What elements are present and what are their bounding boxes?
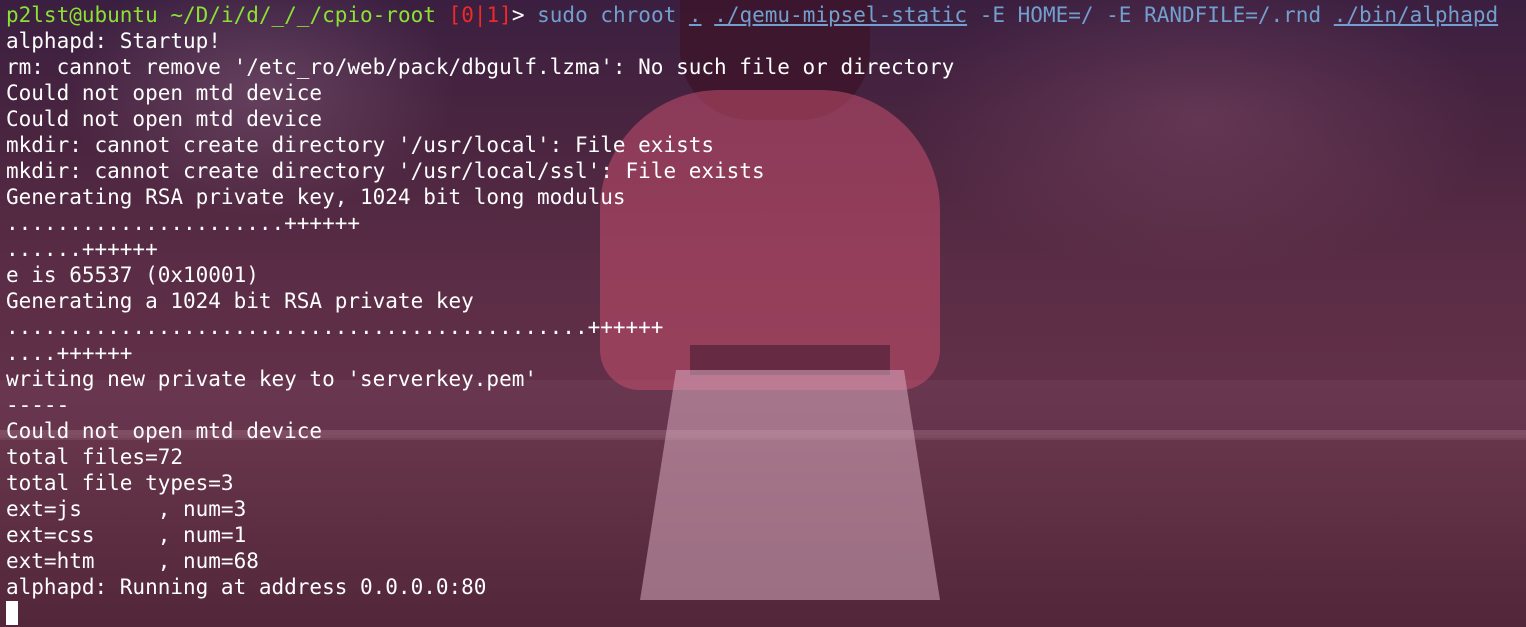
text-cursor bbox=[6, 601, 18, 625]
command-sudo: sudo bbox=[537, 3, 588, 27]
prompt-user-host: p2lst@ubuntu bbox=[6, 3, 158, 27]
command-arg-qemu[interactable]: ./qemu-mipsel-static bbox=[714, 3, 967, 27]
output-line: ....++++++ bbox=[6, 341, 133, 365]
output-line: mkdir: cannot create directory '/usr/loc… bbox=[6, 159, 765, 183]
prompt-jobs-close: ] bbox=[499, 3, 512, 27]
output-line: alphapd: Running at address 0.0.0.0:80 bbox=[6, 575, 487, 599]
output-line: e is 65537 (0x10001) bbox=[6, 263, 259, 287]
prompt-path: ~/D/i/d/_/_/cpio-root bbox=[170, 3, 436, 27]
prompt-symbol: > bbox=[511, 3, 525, 27]
command-chroot: chroot bbox=[600, 3, 677, 27]
output-line: ext=htm , num=68 bbox=[6, 549, 259, 573]
output-line: Generating a 1024 bit RSA private key bbox=[6, 289, 474, 313]
output-line: ......++++++ bbox=[6, 237, 158, 261]
output-line: total files=72 bbox=[6, 445, 184, 469]
output-line: ext=css , num=1 bbox=[6, 523, 247, 547]
prompt-line: p2lst@ubuntu ~/D/i/d/_/_/cpio-root [0|1]… bbox=[6, 2, 1526, 28]
prompt-jobs-b: 1 bbox=[486, 3, 500, 27]
output-line: Generating RSA private key, 1024 bit lon… bbox=[6, 185, 626, 209]
terminal-output-area[interactable]: p2lst@ubuntu ~/D/i/d/_/_/cpio-root [0|1]… bbox=[6, 2, 1526, 627]
output-line: alphapd: Startup! bbox=[6, 29, 221, 53]
command-arg-env: -E HOME=/ -E RANDFILE=/.rnd bbox=[979, 3, 1322, 27]
command-arg-dot[interactable]: . bbox=[689, 3, 702, 27]
output-line: total file types=3 bbox=[6, 471, 234, 495]
output-line: ----- bbox=[6, 393, 70, 417]
output-line: Could not open mtd device bbox=[6, 419, 323, 443]
prompt-jobs-open: [ bbox=[448, 3, 462, 27]
output-line: writing new private key to 'serverkey.pe… bbox=[6, 367, 538, 391]
cursor-line bbox=[6, 600, 1526, 626]
output-line: Could not open mtd device bbox=[6, 81, 323, 105]
command-arg-bin[interactable]: ./bin/alphapd bbox=[1334, 3, 1498, 27]
prompt-jobs-sep: | bbox=[473, 3, 487, 27]
output-line: Could not open mtd device bbox=[6, 107, 323, 131]
output-line: ........................................… bbox=[6, 315, 664, 339]
output-line: ext=js , num=3 bbox=[6, 497, 247, 521]
output-line: rm: cannot remove '/etc_ro/web/pack/dbgu… bbox=[6, 55, 955, 79]
output-line: mkdir: cannot create directory '/usr/loc… bbox=[6, 133, 715, 157]
prompt-jobs-a: 0 bbox=[461, 3, 474, 27]
output-line: ......................++++++ bbox=[6, 211, 361, 235]
